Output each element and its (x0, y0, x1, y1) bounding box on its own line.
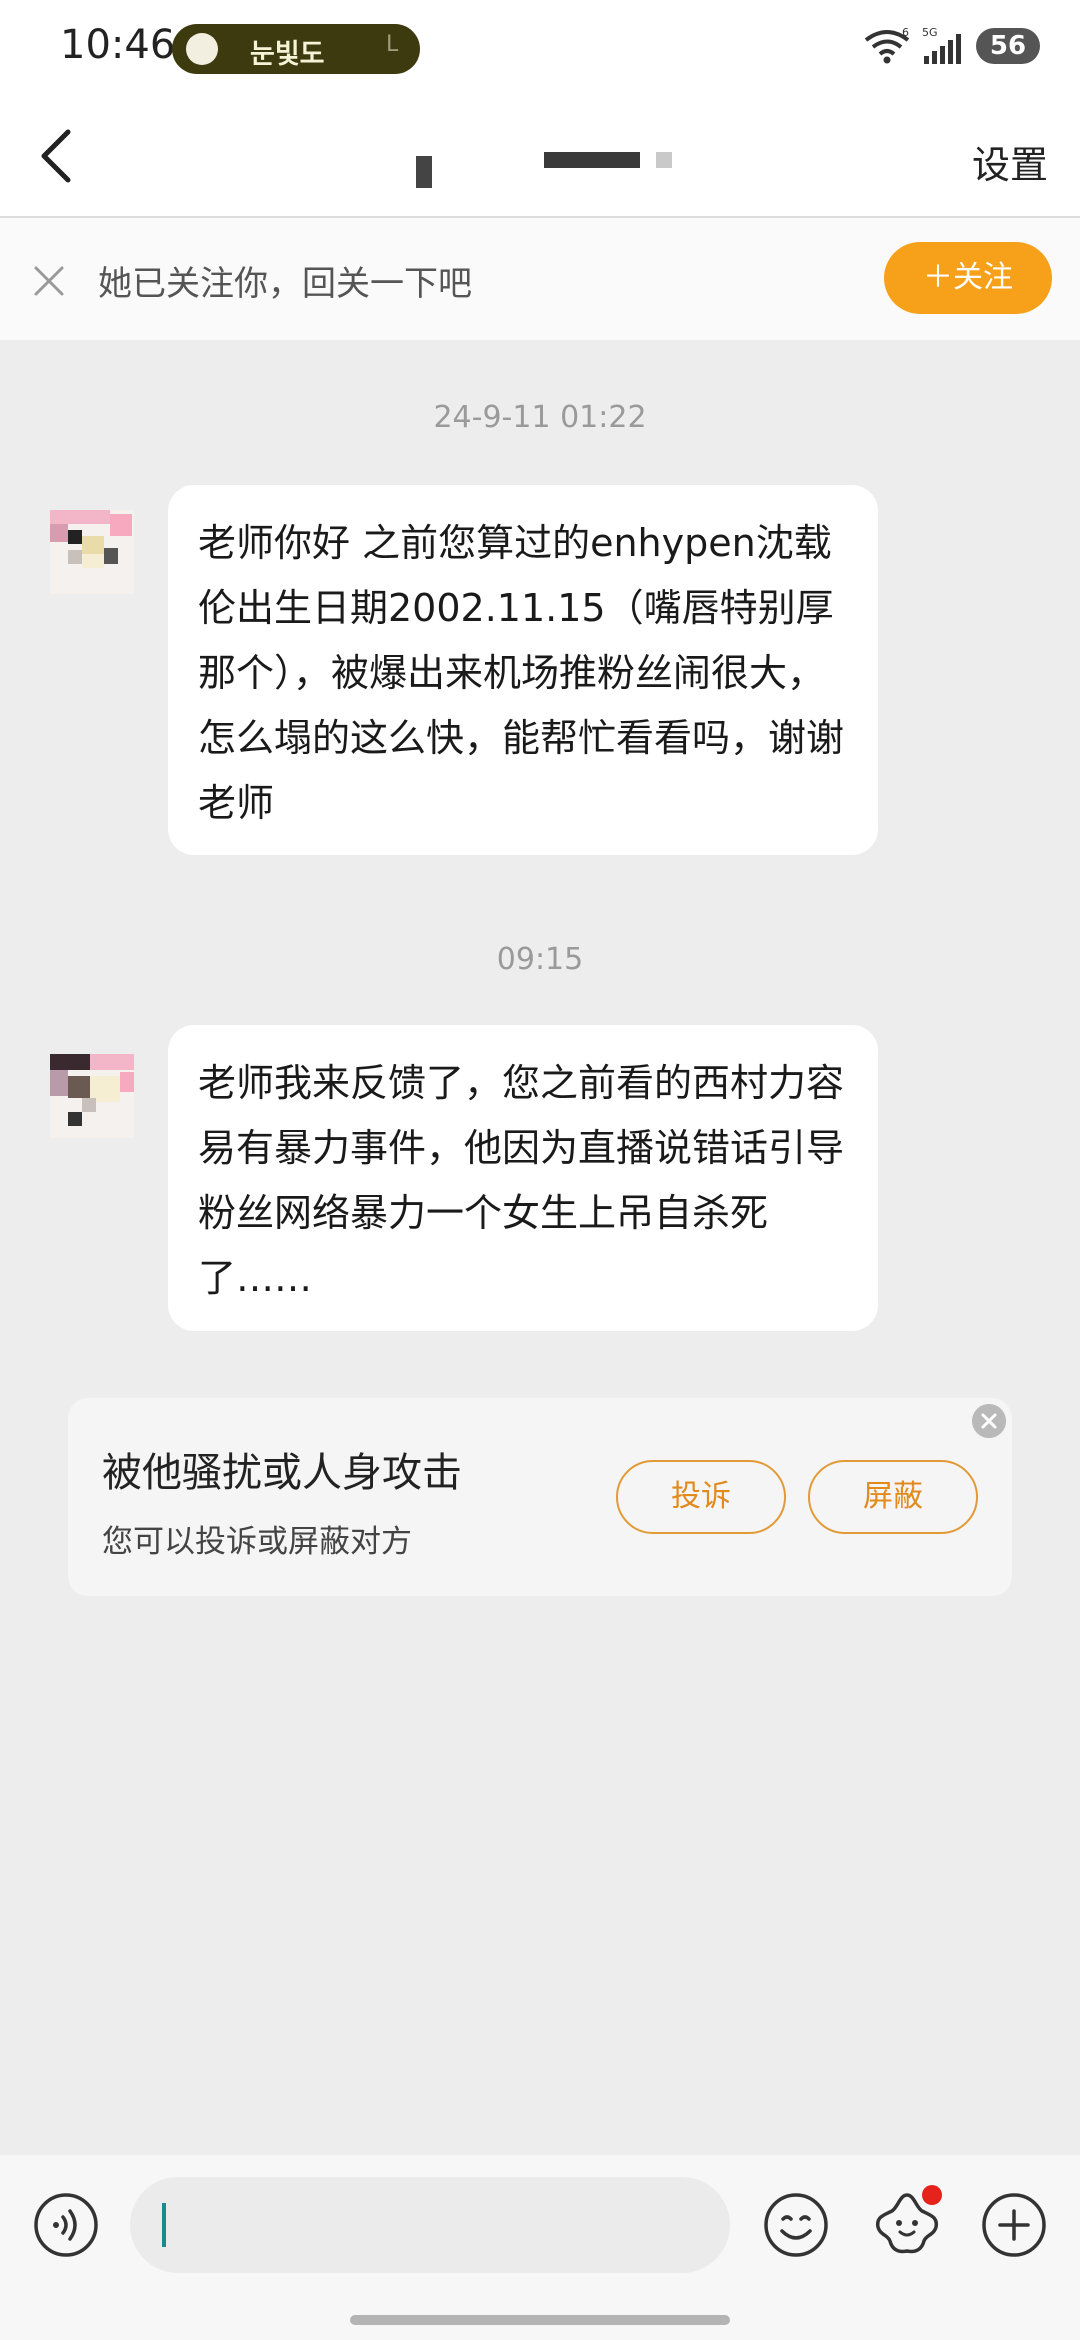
message-input-bar (0, 2155, 1080, 2340)
message-bubble[interactable]: 老师你好 之前您算过的enhypen沈载伦出生日期2002.11.15（嘴唇特别… (168, 485, 878, 855)
notification-dot (922, 2185, 942, 2205)
add-plus-icon[interactable] (980, 2191, 1048, 2259)
card-title: 被他骚扰或人身攻击 (102, 1450, 462, 1496)
message-input[interactable] (130, 2177, 730, 2273)
block-button[interactable]: 屏蔽 (808, 1460, 978, 1534)
emoji-icon[interactable] (762, 2191, 830, 2259)
pill-tail-label: L (386, 32, 399, 57)
status-bar: 10:46 눈빛도 L 6 5G 56 (0, 0, 1080, 100)
report-button[interactable]: 投诉 (616, 1460, 786, 1534)
text-caret (162, 2203, 166, 2247)
close-card-icon[interactable] (972, 1404, 1006, 1438)
status-icons: 6 5G 56 (862, 26, 1040, 66)
close-icon[interactable] (32, 264, 66, 298)
follow-back-banner: 她已关注你，回关一下吧 ＋关注 (0, 218, 1080, 340)
wifi-icon: 6 (864, 26, 910, 64)
battery-indicator: 56 (976, 28, 1040, 64)
signal-label: 5G (922, 26, 938, 39)
back-arrow-icon[interactable] (30, 126, 90, 186)
message-timestamp: 09:15 (496, 942, 584, 977)
sticker-icon[interactable] (870, 2185, 944, 2259)
message-bubble[interactable]: 老师我来反馈了，您之前看的西村力容易有暴力事件，他因为直播说错话引导粉丝网络暴力… (168, 1025, 878, 1331)
home-indicator[interactable] (350, 2315, 730, 2325)
voice-input-icon[interactable] (32, 2191, 100, 2259)
card-subtitle: 您可以投诉或屏蔽对方 (102, 1524, 412, 1560)
sender-avatar[interactable] (36, 490, 148, 602)
follow-button[interactable]: ＋关注 (884, 242, 1052, 314)
follow-back-text: 她已关注你，回关一下吧 (98, 264, 472, 304)
status-time: 10:46 (60, 22, 176, 68)
live-activity-pill[interactable]: 눈빛도 L (172, 24, 420, 74)
chat-header: 设置 (0, 100, 1080, 218)
wifi-label: 6 (902, 26, 909, 39)
pill-label: 눈빛도 (250, 39, 325, 70)
app-logo-icon (186, 33, 218, 65)
harassment-report-card: 被他骚扰或人身攻击 您可以投诉或屏蔽对方 投诉 屏蔽 (68, 1398, 1012, 1596)
message-timestamp: 24-9-11 01:22 (433, 400, 647, 435)
settings-button[interactable]: 设置 (972, 134, 1048, 189)
sender-avatar[interactable] (36, 1032, 148, 1144)
cellular-signal-icon: 5G (922, 26, 961, 64)
